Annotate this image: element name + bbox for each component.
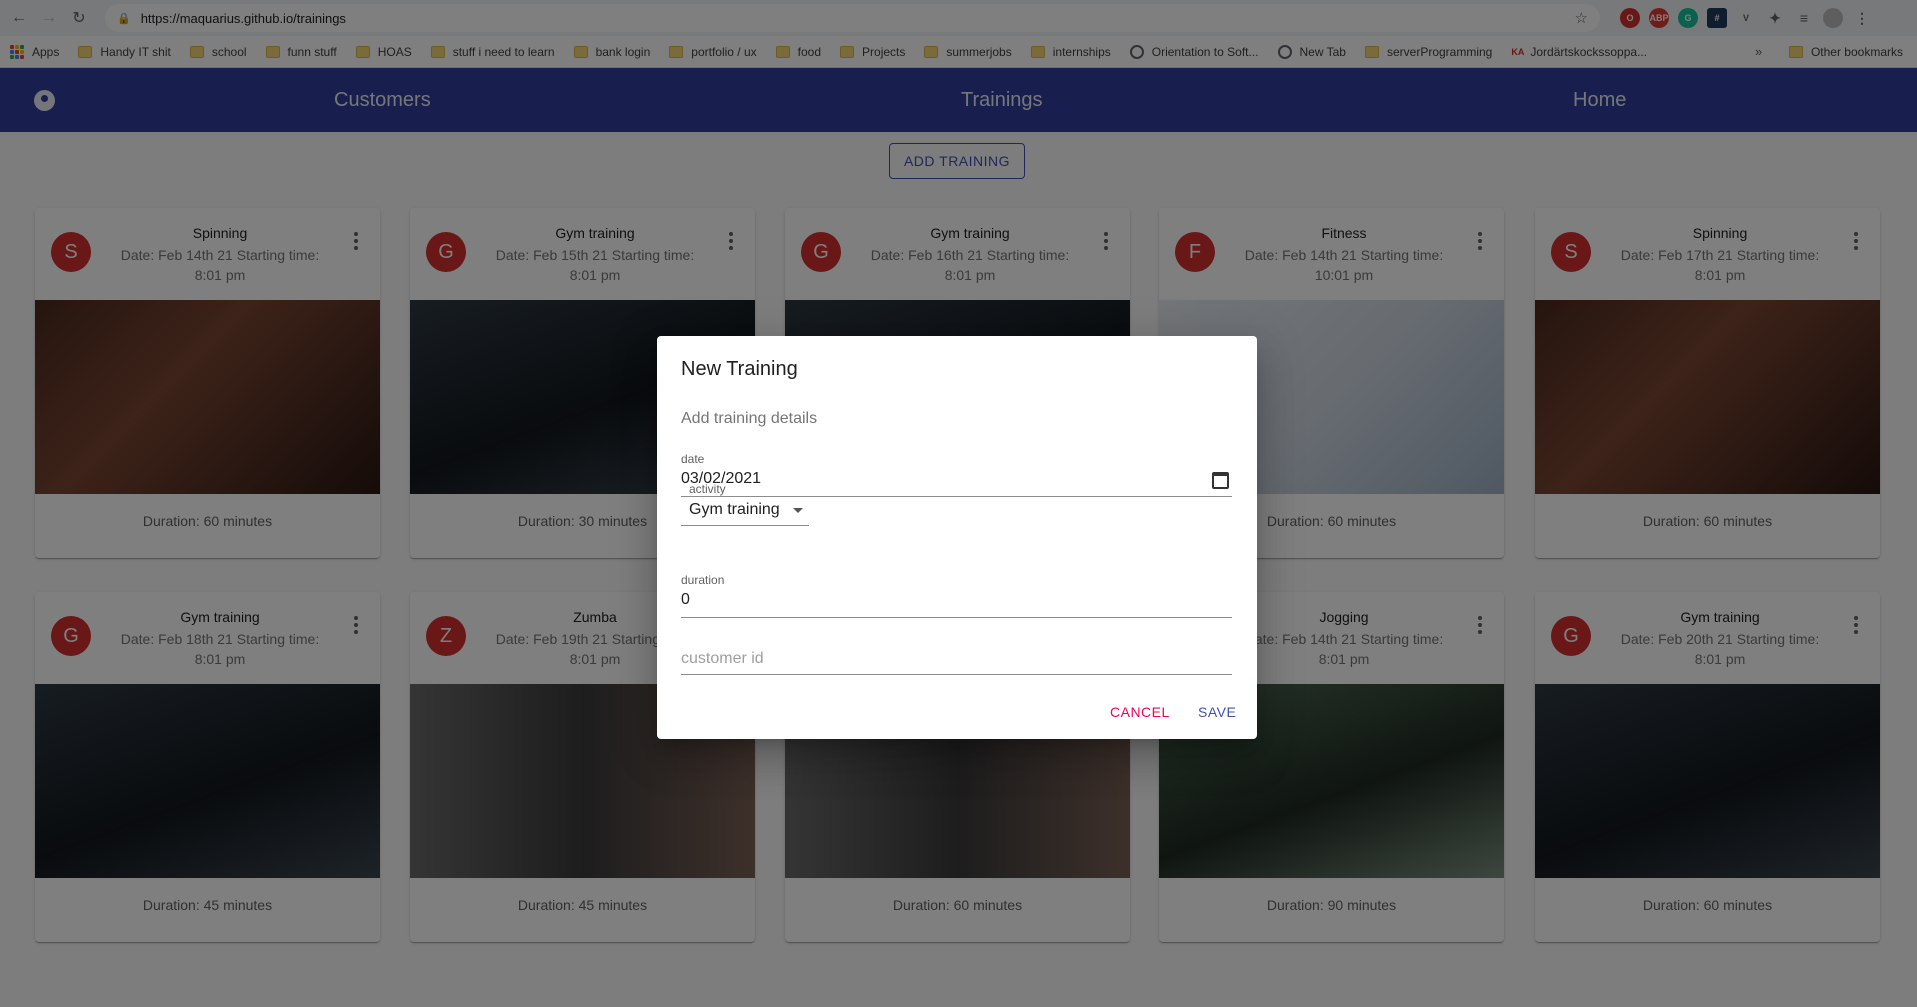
calendar-icon[interactable] [1212,472,1229,489]
new-training-dialog: New Training Add training details date 0… [657,336,1257,739]
activity-underline [681,525,809,526]
customer-id-input[interactable]: customer id [681,650,764,668]
activity-select[interactable]: activity Gym training [681,482,809,526]
date-label: date [681,452,705,466]
duration-underline [681,617,1232,618]
activity-label: activity [689,482,726,496]
duration-label: duration [681,573,725,587]
customer-id-underline [681,674,1232,675]
cancel-button[interactable]: CANCEL [1110,704,1170,720]
dialog-title: New Training [681,358,798,380]
duration-input[interactable]: 0 [681,591,690,609]
activity-value: Gym training [689,501,780,518]
dropdown-arrow-icon [793,508,803,513]
save-button[interactable]: SAVE [1198,704,1236,720]
dialog-description: Add training details [681,410,818,427]
